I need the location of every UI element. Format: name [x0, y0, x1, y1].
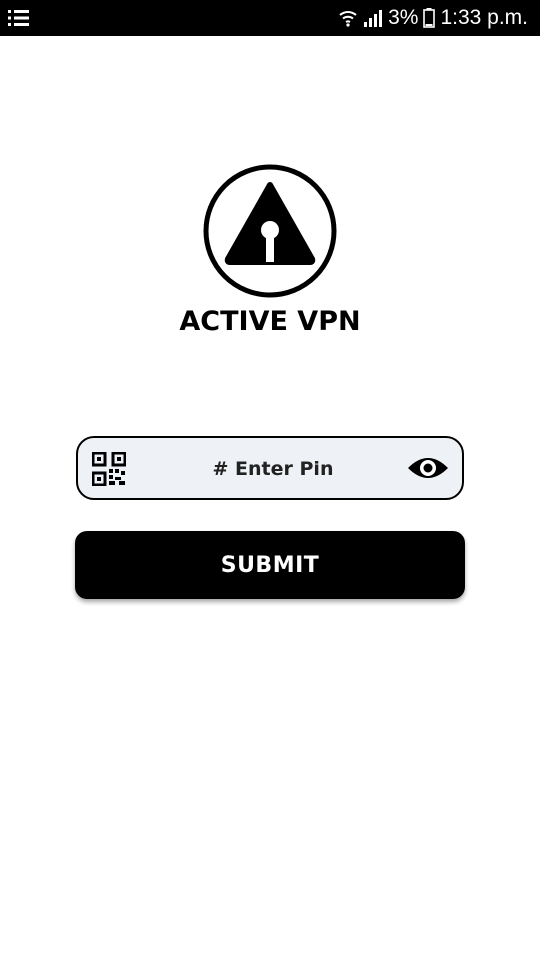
status-bar: 3% 1:33 p.m.: [0, 0, 540, 36]
submit-button[interactable]: SUBMIT: [75, 531, 465, 599]
keyhole-triangle-logo: [200, 163, 340, 303]
qr-code-icon[interactable]: [91, 451, 127, 487]
signal-icon: [363, 8, 383, 28]
pin-input[interactable]: [138, 446, 408, 492]
wifi-icon: [338, 8, 358, 28]
battery-icon: [423, 8, 436, 28]
brand-name: ACTIVE VPN: [179, 306, 361, 337]
clock-time: 1:33 p.m.: [440, 6, 528, 29]
pin-field: [76, 436, 464, 500]
list-icon: [8, 8, 30, 28]
eye-icon[interactable]: [406, 452, 450, 484]
battery-percent: 3%: [388, 6, 419, 29]
status-indicators: 3% 1:33 p.m.: [338, 0, 528, 36]
